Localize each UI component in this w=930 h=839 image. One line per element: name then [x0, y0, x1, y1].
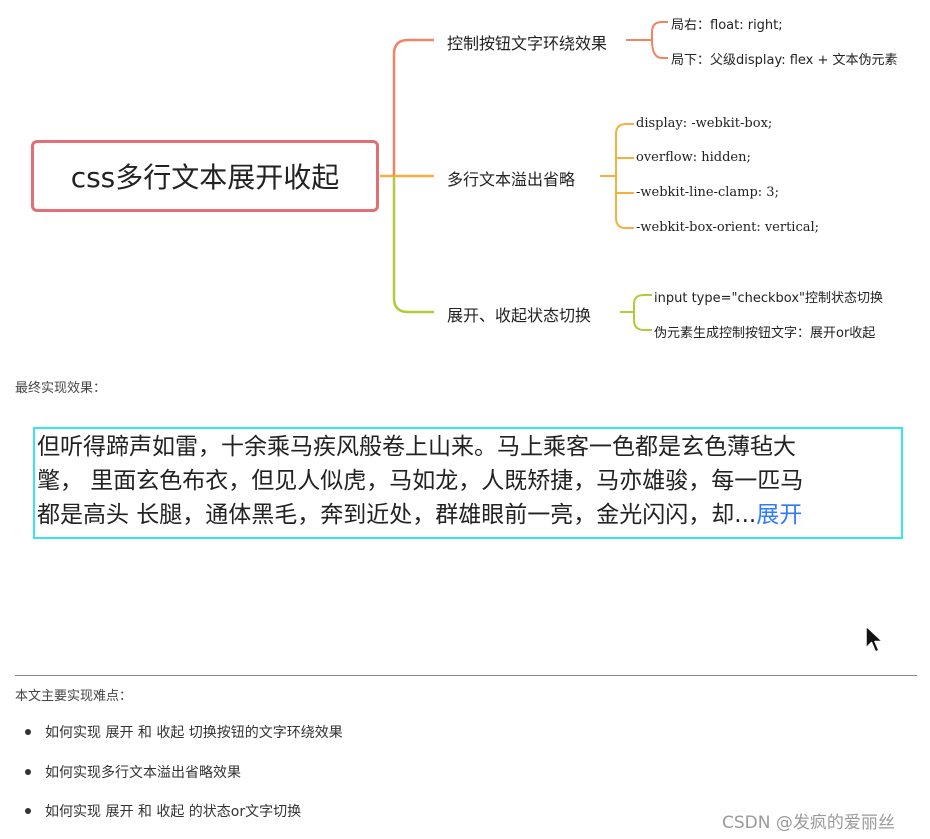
section-divider: [15, 675, 917, 676]
mindmap-branch-toggle-state: 展开、收起状态切换: [447, 306, 592, 325]
bullet-dot-icon: [25, 729, 31, 735]
demo-text-line: 氅， 里面玄色布衣，但见人似虎，马如龙，人既矫捷，马亦雄骏，每一匹马: [37, 468, 804, 494]
watermark: CSDN @发疯的爱丽丝: [722, 813, 895, 833]
mindmap-leaf: 局右：float: right;: [671, 18, 783, 33]
mindmap-branch-wrap-effect: 控制按钮文字环绕效果: [447, 34, 608, 53]
mindmap-leaf: display: -webkit-box;: [636, 116, 773, 131]
demo-text-line-content: 都是高头 长腿，通体黑毛，奔到近处，群雄眼前一亮，金光闪闪，却...: [37, 502, 757, 528]
list-item-text: 如何实现 展开 和 收起 的状态or文字切换: [45, 804, 302, 820]
difficulties-label: 本文主要实现难点：: [15, 689, 133, 704]
result-label: 最终实现效果：: [15, 381, 107, 396]
demo-text-line-last: 都是高头 长腿，通体黑毛，奔到近处，群雄眼前一亮，金光闪闪，却...展开: [37, 498, 897, 532]
demo-text-box: 但听得蹄声如雷，十余乘马疾风般卷上山来。马上乘客一色都是玄色薄毡大 氅， 里面玄…: [33, 427, 903, 539]
mindmap-leaf: 伪元素生成控制按钮文字：展开or收起: [654, 326, 876, 341]
list-item-text: 如何实现 展开 和 收起 切换按钮的文字环绕效果: [45, 725, 343, 741]
mindmap-root-label: css多行文本展开收起: [70, 161, 340, 194]
mindmap-root-node: css多行文本展开收起: [31, 140, 379, 212]
mindmap-branch-overflow-ellipsis: 多行文本溢出省略: [447, 170, 576, 189]
demo-text-line: 但听得蹄声如雷，十余乘马疾风般卷上山来。马上乘客一色都是玄色薄毡大: [37, 434, 796, 460]
mindmap-leaf: -webkit-line-clamp: 3;: [636, 185, 779, 200]
expand-button[interactable]: 展开: [756, 502, 802, 528]
mindmap-leaf: overflow: hidden;: [636, 150, 751, 165]
mindmap-leaf: -webkit-box-orient: vertical;: [636, 220, 820, 235]
list-item-text: 如何实现多行文本溢出省略效果: [45, 765, 241, 781]
bullet-dot-icon: [25, 808, 31, 814]
mindmap-leaf: input type="checkbox"控制状态切换: [654, 291, 884, 306]
mouse-pointer-icon: [865, 625, 884, 653]
mindmap-leaf: 局下：父级display: flex + 文本伪元素: [671, 53, 898, 68]
mindmap: css多行文本展开收起 控制按钮文字环绕效果 多行文本溢出省略 展开、收起状态切…: [0, 0, 930, 350]
bullet-dot-icon: [25, 769, 31, 775]
